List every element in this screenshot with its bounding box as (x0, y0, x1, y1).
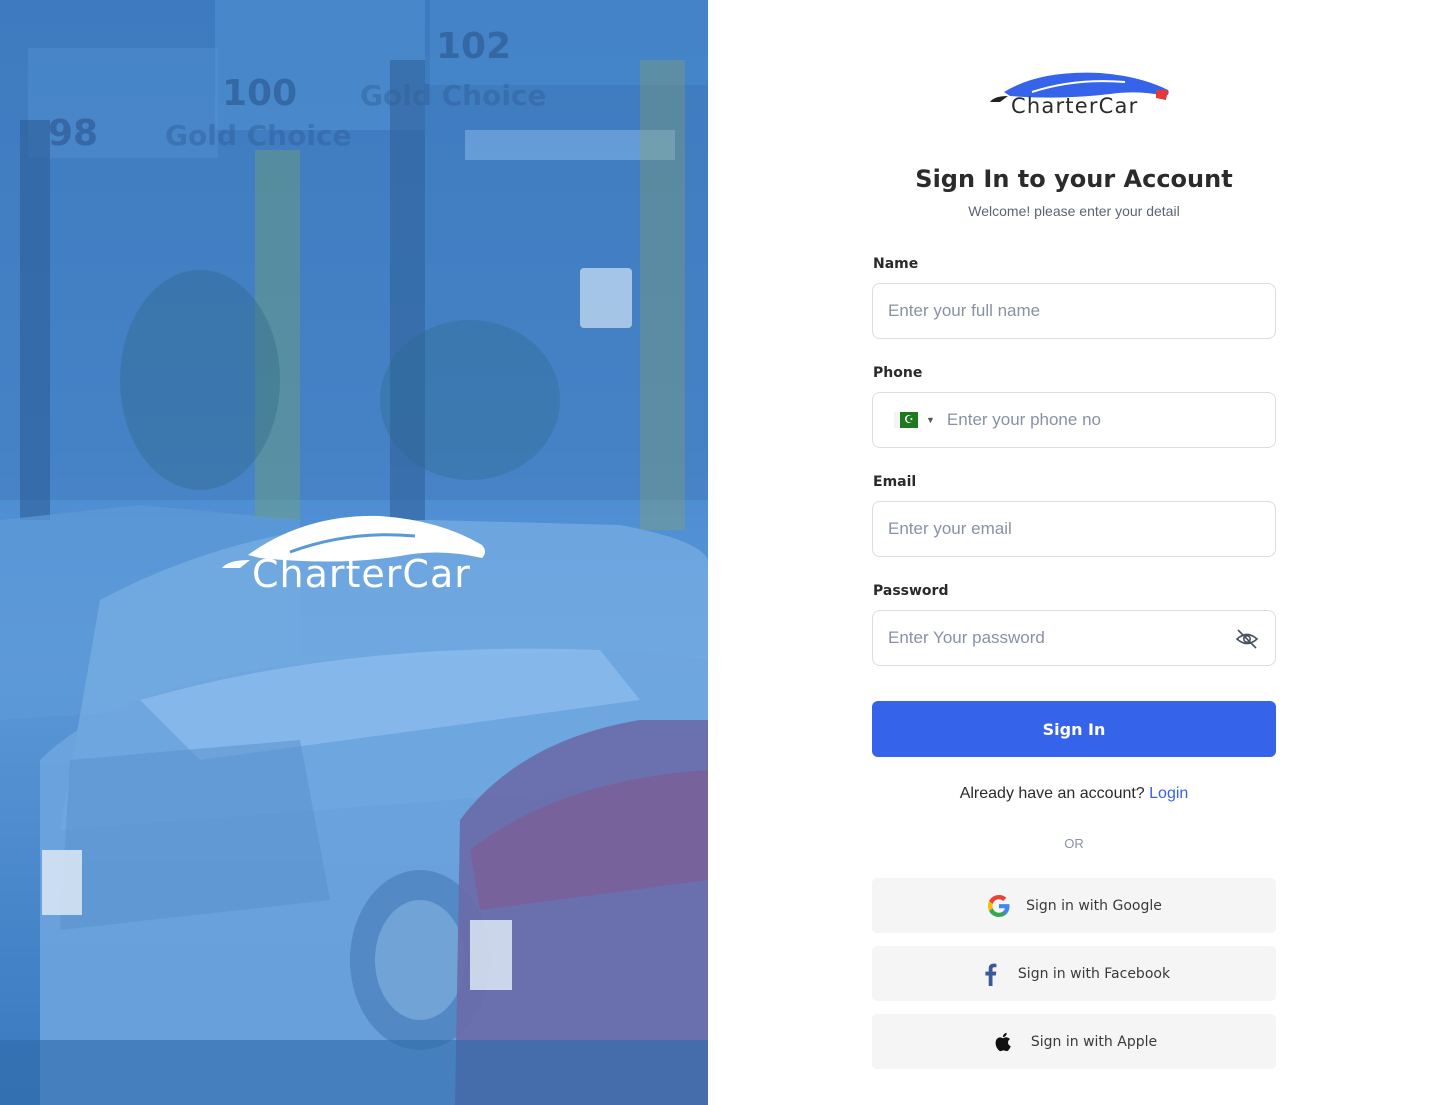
eye-off-icon[interactable] (1235, 627, 1259, 651)
email-label: Email (873, 474, 917, 490)
facebook-signin-button[interactable]: Sign in with Facebook (872, 946, 1276, 1001)
hero-panel: 98 100 102 Gold Choice Gold Choice Chart… (0, 0, 708, 1105)
name-label: Name (873, 256, 919, 272)
sign-number-100: 100 (222, 73, 297, 114)
page-subtitle: Welcome! please enter your detail (968, 203, 1180, 219)
email-placeholder: Enter your email (888, 519, 1012, 538)
brand-text: CharterCar (1011, 94, 1139, 118)
sign-text-1: Gold Choice (165, 119, 352, 152)
or-divider: OR (1064, 836, 1084, 851)
facebook-icon (978, 961, 1004, 987)
page-title: Sign In to your Account (915, 165, 1233, 193)
sign-in-button[interactable]: Sign In (872, 701, 1276, 757)
email-input[interactable]: Enter your email (872, 501, 1276, 557)
hero-brand-text: CharterCar (252, 552, 471, 596)
chevron-down-icon[interactable]: ▼ (926, 415, 935, 425)
name-placeholder: Enter your full name (888, 301, 1041, 320)
pakistan-flag-icon[interactable]: ☪ (894, 412, 918, 428)
sign-number-98: 98 (48, 113, 98, 154)
phone-placeholder: Enter your phone no (946, 410, 1101, 429)
password-input[interactable]: Enter Your password (872, 610, 1276, 666)
sign-number-102: 102 (436, 26, 511, 67)
apple-signin-button[interactable]: Sign in with Apple (872, 1014, 1276, 1069)
signin-panel: CharterCar Sign In to your Account Welco… (708, 0, 1440, 1105)
phone-label: Phone (873, 365, 923, 381)
password-placeholder: Enter Your password (888, 628, 1045, 647)
google-signin-button[interactable]: Sign in with Google (872, 878, 1276, 933)
apple-signin-label: Sign in with Apple (1030, 1033, 1158, 1050)
facebook-signin-label: Sign in with Facebook (1017, 965, 1171, 982)
sign-text-2: Gold Choice (360, 79, 547, 112)
name-input[interactable]: Enter your full name (872, 283, 1276, 339)
password-label: Password (873, 583, 949, 599)
already-account-row: Already have an account? Login (708, 785, 1440, 803)
already-account-text: Already have an account? (959, 785, 1145, 802)
phone-input[interactable]: ☪ ▼ Enter your phone no (872, 392, 1276, 448)
apple-icon (991, 1029, 1017, 1055)
login-link[interactable]: Login (1149, 785, 1188, 802)
google-icon (986, 893, 1012, 919)
google-signin-label: Sign in with Google (1026, 897, 1162, 914)
